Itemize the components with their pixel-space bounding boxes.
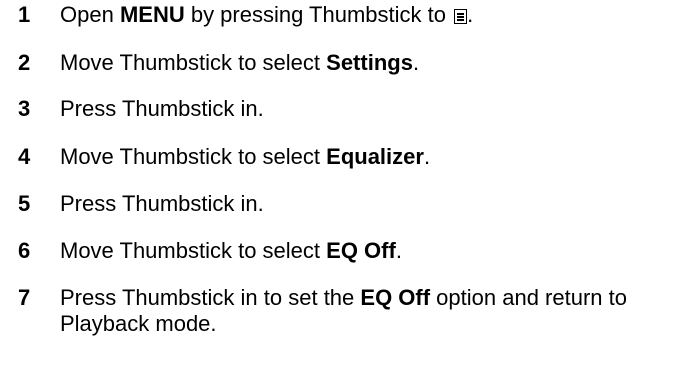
step-text-segment: Move Thumbstick to select xyxy=(60,238,327,263)
step-keyword: EQ Off xyxy=(326,238,396,263)
step-number: 2 xyxy=(18,50,31,75)
step-text: Press Thumbstick in. xyxy=(60,96,264,122)
step-text: Move Thumbstick to select Equalizer. xyxy=(60,144,430,170)
step-text-segment: . xyxy=(395,238,402,263)
step-text-segment: Press Thumbstick in to set the xyxy=(60,285,361,310)
step-text: Press Thumbstick in to set the EQ Off op… xyxy=(60,285,660,337)
step-text: Move Thumbstick to select EQ Off. xyxy=(60,238,402,264)
step-text: Open MENU by pressing Thumbstick to . xyxy=(60,2,473,28)
step-4: 4 Move Thumbstick to select Equalizer. xyxy=(18,144,430,170)
menu-list-icon xyxy=(454,9,468,24)
step-text-segment: . xyxy=(423,144,431,169)
step-text-segment: Open xyxy=(60,2,120,27)
step-text: Press Thumbstick in. xyxy=(60,191,264,217)
step-number: 4 xyxy=(18,144,31,169)
step-number: 6 xyxy=(18,238,31,263)
step-2: 2 Move Thumbstick to select Settings. xyxy=(18,50,419,76)
step-keyword: EQ Off xyxy=(360,285,431,310)
step-1: 1 Open MENU by pressing Thumbstick to . xyxy=(18,2,473,28)
step-keyword: MENU xyxy=(119,2,185,27)
step-text-segment: by pressing Thumbstick to xyxy=(184,2,453,27)
step-number: 3 xyxy=(18,96,31,121)
step-number: 1 xyxy=(18,2,31,27)
step-keyword: Settings xyxy=(326,50,413,75)
step-text-segment: Move Thumbstick to select xyxy=(60,144,327,169)
step-3: 3 Press Thumbstick in. xyxy=(18,96,264,122)
step-text-segment: . xyxy=(467,2,474,27)
step-5: 5 Press Thumbstick in. xyxy=(18,191,264,217)
step-number: 7 xyxy=(18,285,31,310)
step-text-segment: Move Thumbstick to select xyxy=(60,50,327,75)
step-6: 6 Move Thumbstick to select EQ Off. xyxy=(18,238,402,264)
step-text-segment: . xyxy=(412,50,420,75)
step-text-segment: Press Thumbstick in. xyxy=(60,96,264,121)
step-keyword: Equalizer xyxy=(326,144,424,169)
step-text: Move Thumbstick to select Settings. xyxy=(60,50,419,76)
step-7: 7 Press Thumbstick in to set the EQ Off … xyxy=(18,285,660,337)
step-number: 5 xyxy=(18,191,31,216)
step-text-segment: Press Thumbstick in. xyxy=(60,191,264,216)
